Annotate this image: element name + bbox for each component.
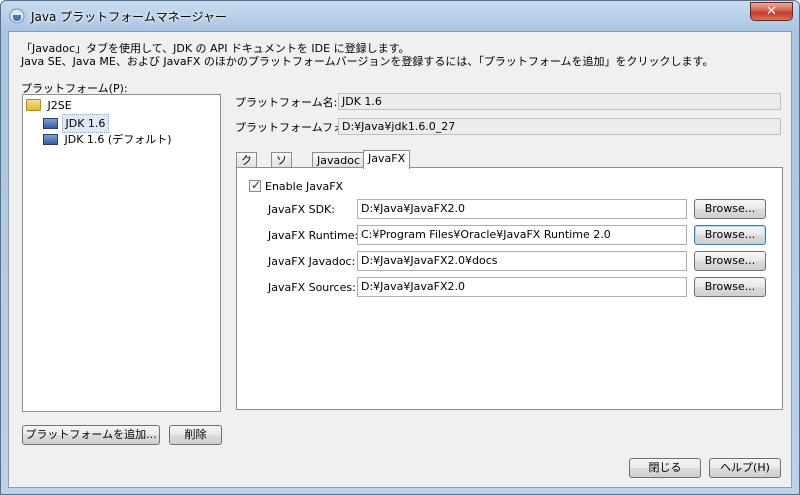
java-cup-icon <box>9 8 25 24</box>
title-bar[interactable]: Java プラットフォームマネージャー ✕ <box>1 1 799 31</box>
description: 「Javadoc」タブを使用して、JDK の API ドキュメントを IDE に… <box>21 42 713 68</box>
help-button[interactable]: ヘルプ(H) <box>709 458 781 478</box>
platform-name-label: プラットフォーム名: <box>235 96 338 109</box>
javafx-sdk-browse-button[interactable]: Browse... <box>694 199 766 219</box>
tree-item-label: JDK 1.6 (デフォルト) <box>64 133 172 146</box>
javafx-runtime-label: JavaFX Runtime: <box>268 229 359 242</box>
javafx-panel: Enable JavaFX JavaFX SDK: D:¥Java¥JavaFX… <box>236 167 783 410</box>
javafx-sources-input[interactable]: D:¥Java¥JavaFX2.0 <box>357 277 687 297</box>
enable-javafx-label: Enable JavaFX <box>265 180 344 193</box>
enable-javafx-checkbox[interactable]: Enable JavaFX <box>249 178 344 193</box>
tree-item-jdk16-default[interactable]: JDK 1.6 (デフォルト) <box>43 131 175 148</box>
close-button[interactable]: 閉じる <box>629 458 701 478</box>
platform-tree[interactable]: J2SE JDK 1.6 JDK 1.6 (デフォルト) <box>22 94 221 412</box>
folder-icon <box>26 99 41 111</box>
platform-manager-window: Java プラットフォームマネージャー ✕ 「Javadoc」タブを使用して、J… <box>0 0 800 495</box>
checkbox-checked-icon[interactable] <box>249 178 261 192</box>
javafx-javadoc-input[interactable]: D:¥Java¥JavaFX2.0¥docs <box>357 251 687 271</box>
tree-item-jdk16[interactable]: JDK 1.6 <box>43 114 110 133</box>
window-title: Java プラットフォームマネージャー <box>31 10 227 24</box>
window-close-button[interactable]: ✕ <box>750 2 793 21</box>
tab-sources[interactable]: ソース <box>271 152 292 197</box>
remove-button[interactable]: 削除 <box>169 425 222 445</box>
platform-icon <box>43 118 58 129</box>
platform-folder-field: D:¥Java¥jdk1.6.0_27 <box>338 118 781 135</box>
dialog-body: 「Javadoc」タブを使用して、JDK の API ドキュメントを IDE に… <box>8 31 792 488</box>
javafx-javadoc-label: JavaFX Javadoc: <box>268 255 356 268</box>
javafx-sources-browse-button[interactable]: Browse... <box>694 277 766 297</box>
tab-javafx[interactable]: JavaFX <box>363 150 411 169</box>
tab-classes[interactable]: クラス <box>236 152 257 197</box>
platform-icon <box>43 134 58 145</box>
tab-javadoc[interactable]: Javadoc <box>312 152 365 168</box>
javafx-runtime-browse-button[interactable]: Browse... <box>694 225 766 245</box>
tree-item-label: J2SE <box>47 99 72 112</box>
description-line-2: Java SE、Java ME、および JavaFX のほかのプラットフォームバ… <box>21 55 714 68</box>
javafx-sources-label: JavaFX Sources: <box>268 281 356 294</box>
description-line-1: 「Javadoc」タブを使用して、JDK の API ドキュメントを IDE に… <box>21 42 410 55</box>
javafx-sdk-input[interactable]: D:¥Java¥JavaFX2.0 <box>357 199 687 219</box>
javafx-runtime-input[interactable]: C:¥Program Files¥Oracle¥JavaFX Runtime 2… <box>357 225 687 245</box>
tree-item-j2se[interactable]: J2SE <box>26 97 75 114</box>
add-platform-button[interactable]: プラットフォームを追加... <box>22 425 160 445</box>
javafx-sdk-label: JavaFX SDK: <box>268 203 335 216</box>
platform-name-field: JDK 1.6 <box>338 93 781 110</box>
javafx-javadoc-browse-button[interactable]: Browse... <box>694 251 766 271</box>
